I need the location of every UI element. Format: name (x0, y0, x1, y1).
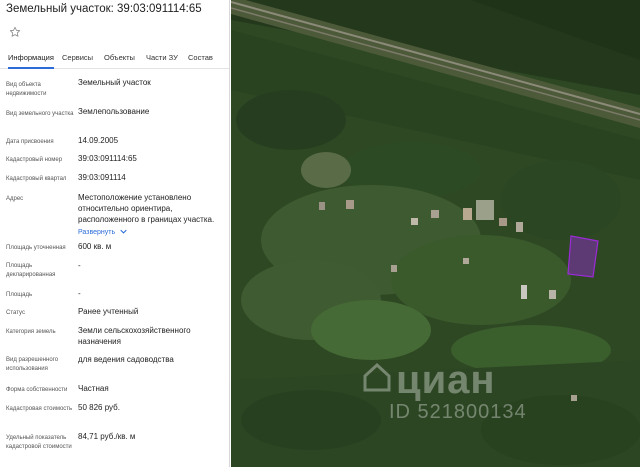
row-label: Площадь декларированная (6, 263, 56, 278)
row-label: Статус (6, 310, 25, 316)
row-label: Вид объекта недвижимости (6, 82, 47, 97)
row-value: 50 826 руб. (78, 403, 120, 412)
info-panel: Земельный участок: 39:03:091114:65 Инфор… (0, 0, 230, 467)
chevron-down-icon[interactable] (120, 229, 128, 235)
row-label: Категория земель (6, 329, 56, 335)
expand-link[interactable]: Развернуть (78, 226, 226, 238)
row-value: - (78, 289, 81, 298)
tab-services[interactable]: Сервисы (62, 47, 93, 69)
tab-composition[interactable]: Состав (188, 47, 213, 69)
satellite-map[interactable]: циан ID 521800134 (231, 0, 640, 467)
row-value: Землепользование (78, 107, 150, 116)
row-value: для ведения садоводства (78, 355, 174, 364)
row-label: Форма собственности (6, 387, 68, 393)
tab-bar: Информация Сервисы Объекты Части ЗУ Сост… (0, 47, 229, 69)
row-label: Площадь уточненная (6, 245, 66, 251)
row-value: Ранее учтенный (78, 307, 139, 316)
row-value: 84,71 руб./кв. м (78, 432, 136, 441)
row-label: Дата присвоения (6, 139, 54, 145)
row-value: Земельный участок (78, 78, 151, 87)
tab-info[interactable]: Информация (8, 47, 54, 69)
row-label: Адрес (6, 196, 24, 202)
tab-parcel-parts[interactable]: Части ЗУ (146, 47, 178, 69)
row-value: Частная (78, 384, 109, 393)
row-value: 39:03:091114 (78, 173, 126, 182)
row-value: 14.09.2005 (78, 136, 119, 145)
watermark-logo: циан (396, 358, 496, 402)
row-value: Земли сельскохозяйственного назначения (78, 326, 191, 346)
row-label: Удельный показатель кадастровой стоимост… (6, 435, 72, 450)
row-label: Кадастровый квартал (6, 176, 67, 182)
watermark-id: ID 521800134 (389, 401, 527, 423)
row-value: Местоположение установлено относительно … (78, 193, 215, 224)
row-label: Площадь (6, 292, 33, 298)
row-label: Вид разрешенного использования (6, 357, 59, 372)
row-value: 39:03:091114:65 (78, 154, 137, 163)
parcel-highlight[interactable] (567, 235, 599, 278)
star-outline-icon[interactable] (9, 26, 21, 38)
row-label: Вид земельного участка (6, 111, 74, 117)
page-title: Земельный участок: 39:03:091114:65 (6, 3, 202, 15)
row-label: Кадастровая стоимость (6, 406, 73, 412)
expand-label[interactable]: Развернуть (78, 229, 115, 236)
row-value: - (78, 261, 81, 270)
row-value: 600 кв. м (78, 242, 112, 251)
cian-house-icon (363, 362, 391, 392)
tab-objects[interactable]: Объекты (104, 47, 135, 69)
row-label: Кадастровый номер (6, 157, 63, 163)
panel-header: Земельный участок: 39:03:091114:65 (0, 0, 229, 21)
